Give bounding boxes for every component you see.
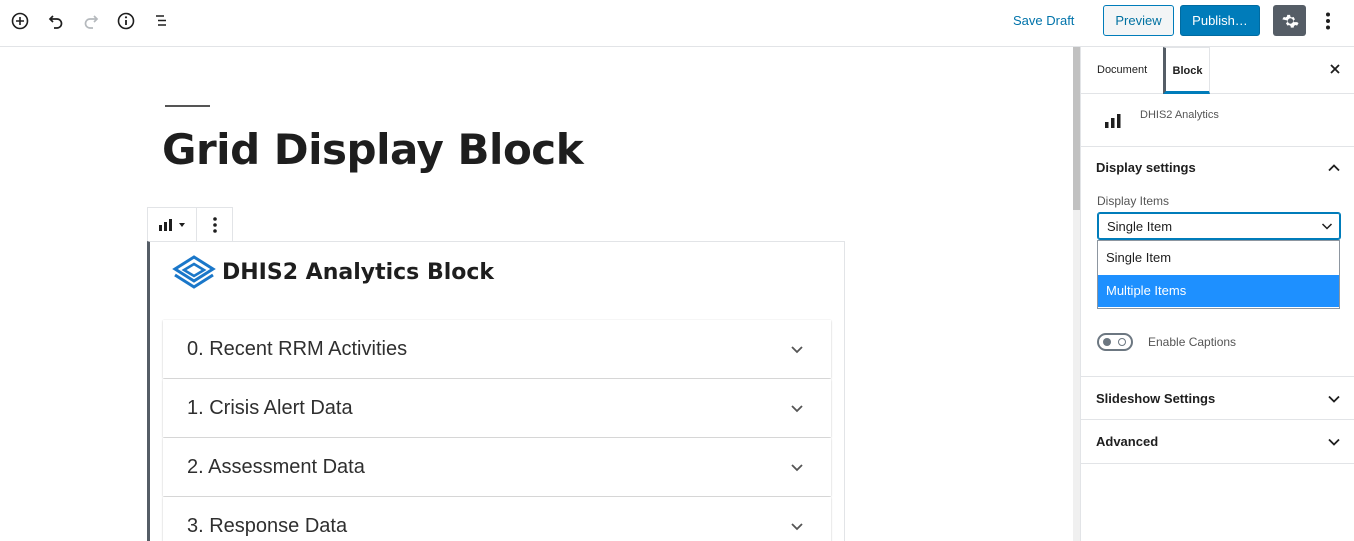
editor-top-toolbar: Save Draft Preview Publish… (0, 0, 1354, 47)
block-switcher-button[interactable] (148, 208, 198, 241)
enable-captions-label: Enable Captions (1148, 335, 1237, 349)
dhis2-logo-icon (172, 255, 216, 289)
accordion-item[interactable]: 2. Assessment Data (163, 438, 831, 496)
publish-button[interactable]: Publish… (1180, 5, 1260, 36)
editor-canvas: Grid Display Block DHIS2 Analytics Block (0, 47, 1073, 541)
post-title[interactable]: Grid Display Block (162, 125, 584, 174)
editor-scrollbar-thumb[interactable] (1073, 47, 1080, 210)
panel-divider (1080, 146, 1354, 147)
block-card-name: DHIS2 Analytics (1140, 109, 1219, 121)
accordion-item[interactable]: 3. Response Data (163, 497, 831, 541)
vertical-ellipsis-icon (212, 216, 217, 233)
list-view-icon[interactable] (150, 10, 172, 32)
save-draft-button[interactable]: Save Draft (1013, 11, 1074, 31)
settings-sidebar: Document Block DHIS2 Analytics Display s… (1080, 47, 1354, 541)
display-items-selected-value: Single Item (1107, 219, 1173, 234)
vertical-ellipsis-icon (1326, 12, 1330, 30)
chevron-down-icon (791, 523, 803, 531)
option-single-item[interactable]: Single Item (1098, 242, 1339, 274)
preview-button[interactable]: Preview (1103, 5, 1174, 36)
display-items-dropdown: Single Item Multiple Items (1097, 240, 1340, 309)
undo-icon[interactable] (45, 10, 67, 32)
panel-divider (1081, 419, 1354, 420)
sidebar-tabs: Document Block (1081, 47, 1354, 94)
panel-divider (1081, 376, 1354, 377)
chevron-up-icon[interactable] (1326, 160, 1342, 176)
block-header: DHIS2 Analytics Block (172, 254, 494, 290)
block-title: DHIS2 Analytics Block (222, 259, 495, 285)
accordion-item-label: 3. Response Data (187, 514, 348, 537)
chevron-down-icon (791, 464, 803, 472)
block-card: DHIS2 Analytics (1081, 94, 1354, 147)
slideshow-settings-toggle[interactable]: Slideshow Settings (1096, 391, 1215, 406)
redo-icon[interactable] (80, 10, 102, 32)
accordion-item-label: 2. Assessment Data (187, 455, 365, 478)
display-items-label: Display Items (1097, 194, 1170, 208)
accordion-item-label: 1. Crisis Alert Data (187, 396, 353, 419)
block-more-options-button[interactable] (197, 208, 232, 241)
display-items-select[interactable]: Single Item (1097, 212, 1341, 240)
bar-chart-icon (1105, 114, 1121, 128)
settings-button[interactable] (1273, 5, 1306, 36)
chevron-down-icon (791, 346, 803, 354)
toggle-off-indicator (1118, 338, 1126, 346)
chevron-down-icon (1321, 223, 1333, 230)
display-settings-toggle[interactable]: Display settings (1096, 160, 1196, 175)
tab-document[interactable]: Document (1097, 47, 1147, 93)
more-options-button[interactable] (1318, 8, 1338, 34)
add-block-icon[interactable] (9, 10, 31, 32)
advanced-toggle[interactable]: Advanced (1096, 434, 1158, 449)
dhis2-analytics-block[interactable]: DHIS2 Analytics Block 0. Recent RRM Acti… (147, 241, 845, 541)
gear-icon (1281, 14, 1299, 28)
close-icon[interactable] (1327, 61, 1343, 77)
bar-chart-icon (159, 218, 173, 231)
info-icon[interactable] (115, 10, 137, 32)
option-multiple-items[interactable]: Multiple Items (1098, 275, 1339, 307)
panel-divider (1081, 463, 1354, 464)
chevron-down-icon (791, 405, 803, 413)
accordion-item[interactable]: 1. Crisis Alert Data (163, 379, 831, 437)
chevron-down-icon[interactable] (1326, 391, 1342, 407)
toggle-knob (1103, 338, 1111, 346)
title-divider (165, 105, 210, 107)
block-toolbar (147, 207, 233, 242)
chevron-down-icon[interactable] (1326, 434, 1342, 450)
caret-down-icon (179, 222, 186, 227)
tab-block[interactable]: Block (1163, 47, 1210, 94)
accordion-item-label: 0. Recent RRM Activities (187, 337, 408, 360)
accordion-item[interactable]: 0. Recent RRM Activities (163, 320, 831, 378)
enable-captions-toggle[interactable] (1097, 333, 1133, 351)
